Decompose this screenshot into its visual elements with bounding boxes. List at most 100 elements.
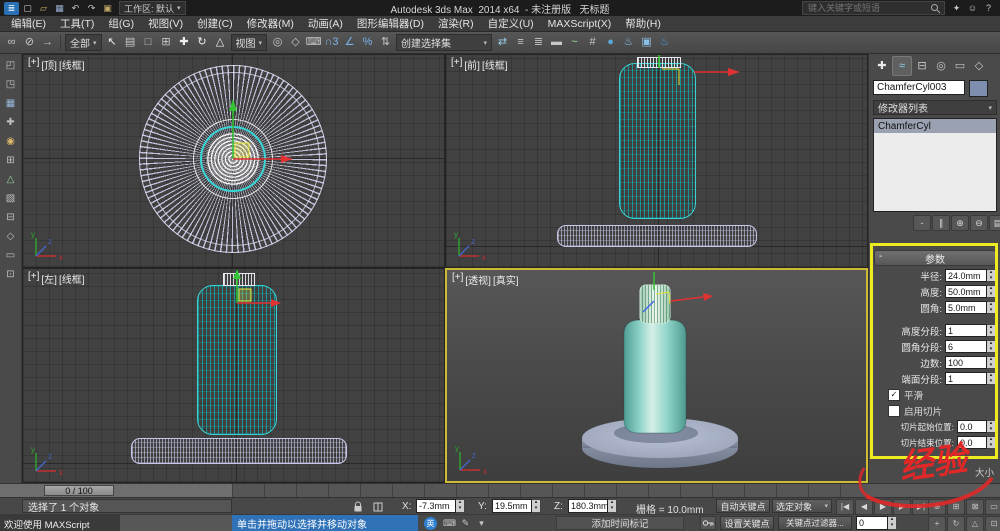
z-coord-field[interactable]: 180.3mm ▴ ▾ bbox=[568, 499, 617, 513]
community-icon[interactable]: ☺ bbox=[965, 2, 980, 15]
spinner-arrows[interactable]: ▴ ▾ bbox=[987, 436, 996, 449]
lock-selection-toggle[interactable] bbox=[352, 500, 364, 513]
auto-key-button[interactable]: 自动关键点 bbox=[716, 499, 770, 513]
angle-snap-icon[interactable]: ∠ bbox=[341, 34, 358, 51]
hierarchy-tab-icon[interactable]: ⊟ bbox=[913, 57, 931, 75]
render-setup-icon[interactable]: ♨ bbox=[620, 34, 637, 51]
perspective-scene[interactable] bbox=[447, 270, 868, 483]
spinner-arrows[interactable]: ▴ ▾ bbox=[888, 516, 897, 530]
unlink-selection-icon[interactable]: ⊘ bbox=[21, 34, 38, 51]
spinner-arrows[interactable]: ▴ ▾ bbox=[987, 269, 996, 282]
viewport-pov-menu[interactable]: [透视] bbox=[465, 272, 491, 287]
keyboard-shortcut-override-icon[interactable]: ⌨ bbox=[305, 34, 322, 51]
time-slider-track[interactable] bbox=[0, 484, 232, 498]
sides-field[interactable]: 100 ▴ ▾ bbox=[945, 356, 996, 369]
slice-from-field[interactable]: 0.0 ▴ ▾ bbox=[957, 420, 996, 433]
show-end-result-button[interactable]: ∥ bbox=[932, 215, 950, 231]
named-selection-set-combobox[interactable]: 创建选择集 ▾ bbox=[396, 34, 493, 51]
track-bar[interactable] bbox=[232, 484, 868, 498]
base-disc-wireframe[interactable] bbox=[557, 225, 757, 247]
goto-start-button[interactable]: |◀ bbox=[836, 499, 854, 515]
smooth-checkbox[interactable]: ✓ bbox=[888, 388, 900, 401]
spinner-arrows[interactable]: ▴ ▾ bbox=[987, 356, 996, 369]
create-tab-icon[interactable]: ✚ bbox=[873, 57, 891, 75]
snaps-toggle-icon[interactable]: ∩3 bbox=[323, 34, 340, 51]
current-frame-field[interactable]: 0 ▴ ▾ bbox=[856, 516, 897, 530]
open-file-icon[interactable]: ▱ bbox=[36, 2, 51, 15]
save-icon[interactable]: ▦ bbox=[52, 2, 67, 15]
reference-coordinate-dropdown[interactable]: 视图 ▾ bbox=[230, 34, 268, 51]
spinner-arrows[interactable]: ▴ ▾ bbox=[456, 499, 465, 513]
search-input[interactable] bbox=[806, 2, 928, 14]
cap-wireframe[interactable] bbox=[637, 57, 681, 68]
menu-rendering[interactable]: 渲染(R) bbox=[431, 16, 481, 31]
viewport-left[interactable]: [+] [左] [线框] x y z bbox=[22, 268, 445, 483]
left-dock-icon[interactable]: ▭ bbox=[3, 248, 19, 264]
spinner-arrows[interactable]: ▴ ▾ bbox=[532, 499, 541, 513]
next-frame-button[interactable]: ▶ bbox=[893, 499, 911, 515]
select-and-scale-icon[interactable]: △ bbox=[212, 34, 229, 51]
display-tab-icon[interactable]: ▭ bbox=[951, 57, 969, 75]
set-keys-label-button[interactable]: 设置关键点 bbox=[720, 516, 774, 530]
height-field[interactable]: 50.0mm ▴ ▾ bbox=[945, 285, 996, 298]
left-dock-icon[interactable]: ▧ bbox=[3, 191, 19, 207]
menu-animation[interactable]: 动画(A) bbox=[301, 16, 350, 31]
left-dock-icon[interactable]: ◉ bbox=[3, 134, 19, 150]
curve-editor-icon[interactable]: ~ bbox=[566, 34, 583, 51]
radius-field[interactable]: 24.0mm ▴ ▾ bbox=[945, 269, 996, 282]
enable-slice-checkbox[interactable] bbox=[888, 404, 900, 417]
maxscript-listener-line[interactable] bbox=[120, 515, 232, 531]
menu-views[interactable]: 视图(V) bbox=[141, 16, 190, 31]
pan-icon[interactable]: + bbox=[928, 516, 946, 531]
material-editor-icon[interactable]: ● bbox=[602, 34, 619, 51]
sign-in-key-icon[interactable]: ✦ bbox=[949, 2, 964, 15]
menu-tools[interactable]: 工具(T) bbox=[53, 16, 101, 31]
left-dock-icon[interactable]: ⊡ bbox=[3, 267, 19, 283]
menu-help[interactable]: 帮助(H) bbox=[618, 16, 668, 31]
ime-pen-icon[interactable]: ✎ bbox=[458, 516, 473, 530]
ime-settings-icon[interactable]: ▾ bbox=[474, 516, 489, 530]
left-dock-icon[interactable]: ▦ bbox=[3, 96, 19, 112]
workspace-selector[interactable]: 工作区: 默认 ▾ bbox=[119, 1, 186, 15]
viewport-general-menu[interactable]: [+] bbox=[451, 57, 462, 72]
modifier-stack-item[interactable]: ChamferCyl bbox=[874, 119, 996, 133]
object-name-field[interactable] bbox=[873, 80, 965, 95]
left-dock-icon[interactable]: ◇ bbox=[3, 229, 19, 245]
rollout-header[interactable]: - 参数 bbox=[874, 250, 996, 266]
x-coord-field[interactable]: -7.3mm ▴ ▾ bbox=[416, 499, 465, 513]
percent-snap-icon[interactable]: % bbox=[359, 34, 376, 51]
left-dock-icon[interactable]: ✚ bbox=[3, 115, 19, 131]
spinner-arrows[interactable]: ▴ ▾ bbox=[987, 285, 996, 298]
viewport-pov-menu[interactable]: [顶] bbox=[41, 57, 57, 72]
y-coord-field[interactable]: 19.5mm ▴ ▾ bbox=[492, 499, 541, 513]
orbit-icon[interactable]: ↻ bbox=[947, 516, 965, 531]
pin-stack-button[interactable]: - bbox=[913, 215, 931, 231]
spinner-arrows[interactable]: ▴ ▾ bbox=[987, 301, 996, 314]
menu-group[interactable]: 组(G) bbox=[101, 16, 141, 31]
viewport-front[interactable]: [+] [前] [线框] x y z bbox=[445, 54, 868, 268]
zoom-icon[interactable]: ⊕ bbox=[928, 499, 946, 515]
rectangular-selection-region-icon[interactable]: □ bbox=[140, 34, 157, 51]
left-dock-icon[interactable]: ⊞ bbox=[3, 153, 19, 169]
zoom-all-icon[interactable]: ⊞ bbox=[947, 499, 965, 515]
cap-top-wireframe[interactable] bbox=[206, 132, 260, 186]
spinner-snap-icon[interactable]: ⇅ bbox=[377, 34, 394, 51]
configure-modifier-sets-button[interactable]: ▤ bbox=[989, 215, 1000, 231]
menu-customize[interactable]: 自定义(U) bbox=[481, 16, 541, 31]
make-unique-button[interactable]: ⊕ bbox=[951, 215, 969, 231]
remove-modifier-button[interactable]: ⊖ bbox=[970, 215, 988, 231]
mirror-icon[interactable]: ⇄ bbox=[494, 34, 511, 51]
viewport-shading-menu[interactable]: [线框] bbox=[59, 271, 85, 286]
new-scene-icon[interactable]: ▢ bbox=[20, 2, 35, 15]
menu-graph-editors[interactable]: 图形编辑器(D) bbox=[350, 16, 431, 31]
fov-icon[interactable]: △ bbox=[966, 516, 984, 531]
object-color-swatch[interactable] bbox=[969, 80, 988, 97]
menu-maxscript[interactable]: MAXScript(X) bbox=[541, 16, 619, 31]
utilities-tab-icon[interactable]: ◇ bbox=[970, 57, 988, 75]
spinner-arrows[interactable]: ▴ ▾ bbox=[987, 324, 996, 337]
set-key-mode-dropdown[interactable]: 选定对象 ▾ bbox=[772, 499, 832, 513]
left-dock-icon[interactable]: ◰ bbox=[3, 58, 19, 74]
spinner-arrows[interactable]: ▴ ▾ bbox=[987, 420, 996, 433]
viewport-general-menu[interactable]: [+] bbox=[452, 272, 463, 287]
help-icon[interactable]: ? bbox=[981, 2, 996, 15]
